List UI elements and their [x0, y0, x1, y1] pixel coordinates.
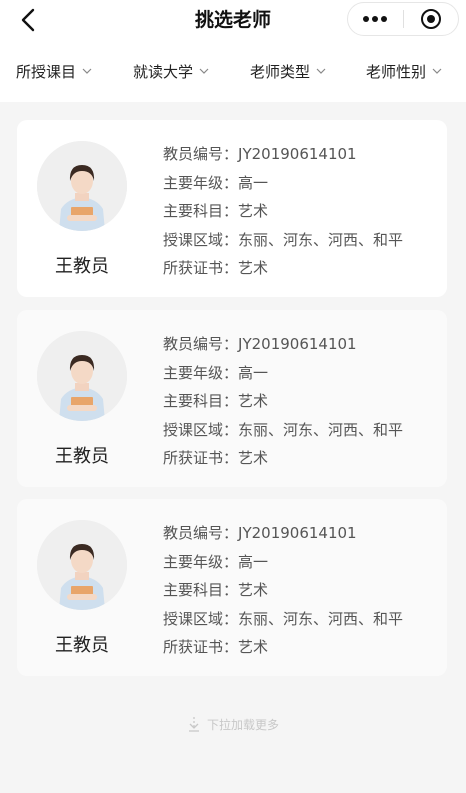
teacher-name: 王教员 — [55, 256, 109, 277]
info-row-area: 授课区域：东丽、河东、河西、和平 — [163, 226, 443, 255]
chevron-down-icon — [316, 68, 326, 74]
info-row-grade: 主要年级：高一 — [163, 169, 443, 198]
field-label: 授课区域： — [163, 609, 239, 628]
teacher-photo-icon — [37, 331, 127, 421]
field-label: 教员编号： — [163, 335, 239, 353]
chevron-left-icon — [21, 8, 35, 32]
teacher-card[interactable]: 王教员 教员编号：JY20190614101 主要年级：高一 主要科目：艺术 授… — [17, 120, 447, 297]
field-label: 主要年级： — [163, 173, 239, 192]
field-value: 艺术 — [238, 202, 269, 221]
field-value: 艺术 — [238, 581, 269, 600]
field-label: 主要科目： — [163, 392, 239, 411]
filter-label: 所授课目 — [16, 62, 77, 81]
field-value: 艺术 — [238, 392, 269, 411]
field-value: 高一 — [238, 173, 269, 192]
field-label: 所获证书： — [163, 449, 239, 468]
info-row-area: 授课区域：东丽、河东、河西、和平 — [163, 416, 443, 445]
field-label: 授课区域： — [163, 230, 239, 249]
info-row-certificate: 所获证书：艺术 — [163, 633, 443, 662]
avatar — [37, 520, 127, 610]
info-row-subject: 主要科目：艺术 — [163, 197, 443, 226]
chevron-down-icon — [199, 68, 209, 74]
field-label: 教员编号： — [163, 145, 239, 163]
field-label: 所获证书： — [163, 638, 239, 657]
field-value: 东丽、河东、河西、和平 — [238, 230, 404, 249]
info-row-certificate: 所获证书：艺术 — [163, 254, 443, 283]
field-label: 教员编号： — [163, 524, 239, 542]
field-value: 东丽、河东、河西、和平 — [238, 609, 404, 628]
teacher-info: 教员编号：JY20190614101 主要年级：高一 主要科目：艺术 授课区域：… — [163, 519, 443, 662]
teacher-photo-icon — [37, 141, 127, 231]
info-row-area: 授课区域：东丽、河东、河西、和平 — [163, 605, 443, 634]
teacher-info: 教员编号：JY20190614101 主要年级：高一 主要科目：艺术 授课区域：… — [163, 140, 443, 283]
filter-teacher-type[interactable]: 老师类型 — [250, 40, 326, 102]
field-value: 高一 — [238, 552, 269, 571]
info-row-id: 教员编号：JY20190614101 — [163, 330, 443, 359]
mini-program-capsule — [347, 2, 459, 36]
info-row-subject: 主要科目：艺术 — [163, 387, 443, 416]
field-value: 艺术 — [238, 449, 269, 468]
avatar — [37, 331, 127, 421]
teacher-card[interactable]: 王教员 教员编号：JY20190614101 主要年级：高一 主要科目：艺术 授… — [17, 499, 447, 676]
info-row-subject: 主要科目：艺术 — [163, 576, 443, 605]
field-value: JY20190614101 — [238, 145, 357, 163]
field-value: JY20190614101 — [238, 524, 357, 542]
field-label: 主要科目： — [163, 581, 239, 600]
chevron-down-icon — [432, 68, 442, 74]
load-more-hint: 下拉加载更多 — [0, 714, 466, 734]
teacher-photo-icon — [37, 520, 127, 610]
teacher-card[interactable]: 王教员 教员编号：JY20190614101 主要年级：高一 主要科目：艺术 授… — [17, 310, 447, 487]
field-label: 授课区域： — [163, 420, 239, 439]
record-target-icon — [420, 9, 441, 29]
field-value: 东丽、河东、河西、和平 — [238, 420, 404, 439]
info-row-grade: 主要年级：高一 — [163, 359, 443, 388]
field-value: 艺术 — [238, 259, 269, 278]
close-button[interactable] — [404, 3, 459, 35]
filter-bar: 所授课目 就读大学 老师类型 老师性别 — [0, 40, 466, 102]
filter-label: 老师性别 — [366, 62, 427, 81]
info-row-certificate: 所获证书：艺术 — [163, 444, 443, 473]
info-row-id: 教员编号：JY20190614101 — [163, 140, 443, 169]
field-value: JY20190614101 — [238, 335, 357, 353]
filter-label: 就读大学 — [133, 62, 194, 81]
filter-label: 老师类型 — [250, 62, 311, 81]
field-label: 所获证书： — [163, 259, 239, 278]
field-label: 主要年级： — [163, 363, 239, 382]
back-button[interactable] — [14, 4, 42, 36]
nav-bar: 挑选老师 — [0, 0, 466, 40]
teacher-info: 教员编号：JY20190614101 主要年级：高一 主要科目：艺术 授课区域：… — [163, 330, 443, 473]
arrow-down-icon — [188, 717, 199, 732]
avatar — [37, 141, 127, 231]
info-row-grade: 主要年级：高一 — [163, 548, 443, 577]
info-row-id: 教员编号：JY20190614101 — [163, 519, 443, 548]
more-dots-icon — [363, 16, 388, 22]
filter-gender[interactable]: 老师性别 — [366, 40, 442, 102]
load-more-text: 下拉加载更多 — [206, 717, 279, 732]
field-value: 高一 — [238, 363, 269, 382]
more-button[interactable] — [348, 3, 403, 35]
filter-university[interactable]: 就读大学 — [133, 40, 209, 102]
field-label: 主要年级： — [163, 552, 239, 571]
field-label: 主要科目： — [163, 202, 239, 221]
teacher-name: 王教员 — [55, 635, 109, 656]
chevron-down-icon — [82, 68, 92, 74]
filter-subject[interactable]: 所授课目 — [16, 40, 92, 102]
field-value: 艺术 — [238, 638, 269, 657]
teacher-name: 王教员 — [55, 446, 109, 467]
